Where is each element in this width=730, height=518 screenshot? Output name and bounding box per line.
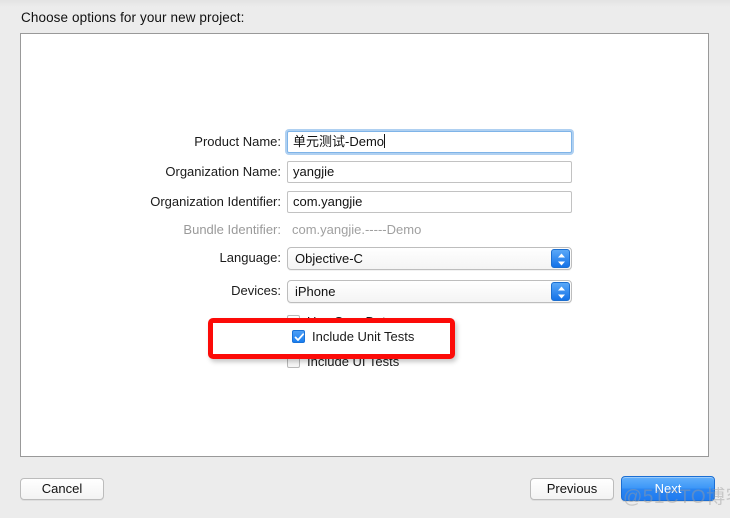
devices-selected-value: iPhone (295, 281, 335, 302)
checkbox-box-icon[interactable] (292, 330, 305, 343)
label-product-name: Product Name: (0, 131, 281, 153)
label-organization-identifier: Organization Identifier: (0, 191, 281, 213)
label-bundle-identifier: Bundle Identifier: (0, 219, 281, 241)
devices-select[interactable]: iPhone (287, 280, 572, 303)
language-select[interactable]: Objective-C (287, 247, 572, 270)
form-row-organization-identifier: Organization Identifier: com.yangjie (0, 191, 730, 213)
text-caret (384, 134, 385, 148)
form-row-bundle-identifier: Bundle Identifier: com.yangjie.-----Demo (0, 219, 730, 241)
language-selected-value: Objective-C (295, 248, 363, 269)
bundle-identifier-value: com.yangjie.-----Demo (292, 219, 421, 241)
form-row-language: Language: Objective-C (0, 247, 730, 269)
annotation-highlight-box: Include Unit Tests (208, 318, 455, 359)
product-name-value: 单元测试-Demo (293, 134, 384, 149)
label-language: Language: (0, 247, 281, 269)
form-row-organization-name: Organization Name: yangjie (0, 161, 730, 183)
form-row-product-name: Product Name: 单元测试-Demo (0, 131, 730, 153)
product-name-input[interactable]: 单元测试-Demo (287, 131, 572, 153)
next-button[interactable]: Next (621, 476, 715, 501)
label-organization-name: Organization Name: (0, 161, 281, 183)
previous-button[interactable]: Previous (530, 478, 614, 500)
form-row-devices: Devices: iPhone (0, 280, 730, 302)
organization-name-input[interactable]: yangjie (287, 161, 572, 183)
chevron-updown-icon[interactable] (551, 282, 570, 301)
annotation-checkbox-label: Include Unit Tests (312, 329, 414, 345)
label-devices: Devices: (0, 280, 281, 302)
chevron-updown-icon[interactable] (551, 249, 570, 268)
organization-identifier-input[interactable]: com.yangjie (287, 191, 572, 213)
project-options-form: Product Name: 单元测试-Demo Organization Nam… (0, 0, 730, 518)
cancel-button[interactable]: Cancel (20, 478, 104, 500)
